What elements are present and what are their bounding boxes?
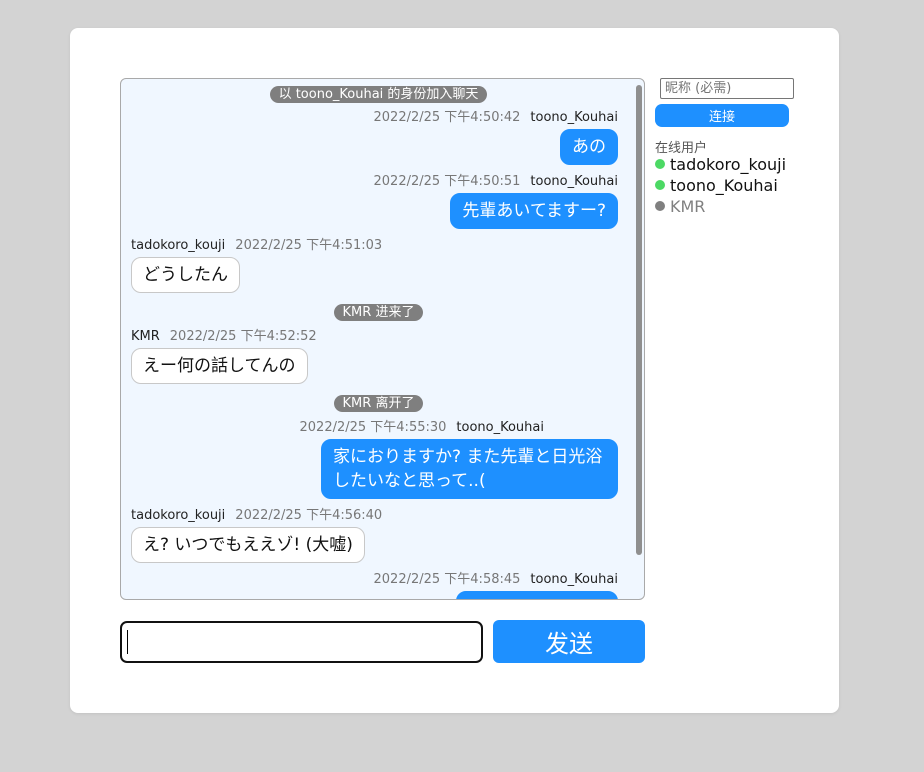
online-status-dot-icon xyxy=(655,159,665,169)
message-bubble: どうしたん xyxy=(131,257,240,293)
system-message-text: KMR 离开了 xyxy=(333,395,424,412)
system-message: KMR 离开了 xyxy=(121,392,636,412)
online-status-dot-icon xyxy=(655,180,665,190)
message-meta: KMR 2022/2/25 下午4:52:52 xyxy=(131,329,317,345)
online-user-item: toono_Kouhai xyxy=(655,176,778,196)
message-meta: 2022/2/25 下午4:55:30 toono_Kouhai xyxy=(300,420,545,436)
message-user: toono_Kouhai xyxy=(530,174,618,189)
message-user: toono_Kouhai xyxy=(530,572,618,587)
message-meta: tadokoro_kouji 2022/2/25 下午4:56:40 xyxy=(131,508,382,524)
message-time: 2022/2/25 下午4:58:45 xyxy=(373,572,521,587)
connect-button[interactable]: 连接 xyxy=(655,104,789,127)
message-bubble: え? いつでもええゾ! (大嘘) xyxy=(131,527,365,563)
chat-window[interactable]: 以 toono_Kouhai 的身份加入聊天 2022/2/25 下午4:50:… xyxy=(120,78,645,600)
user-name: tadokoro_kouji xyxy=(670,155,787,174)
system-join-text: 以 toono_Kouhai 的身份加入聊天 xyxy=(269,86,488,103)
system-message: KMR 进来了 xyxy=(121,301,636,321)
message-time: 2022/2/25 下午4:56:40 xyxy=(235,508,383,523)
system-message: 以 toono_Kouhai 的身份加入聊天 xyxy=(121,83,636,103)
user-name: KMR xyxy=(670,197,706,216)
online-users-title: 在线用户 xyxy=(655,141,708,156)
send-button[interactable]: 发送 xyxy=(493,620,645,663)
message-meta: 2022/2/25 下午4:50:42 toono_Kouhai xyxy=(374,110,619,126)
message-time: 2022/2/25 下午4:52:52 xyxy=(169,329,317,344)
system-message-text: KMR 进来了 xyxy=(333,304,424,321)
chat-scrollbar[interactable] xyxy=(636,85,642,555)
offline-status-dot-icon xyxy=(655,201,665,211)
message-time: 2022/2/25 下午4:50:42 xyxy=(373,110,521,125)
message-bubble: 先輩あいてますー? xyxy=(450,193,618,229)
message-time: 2022/2/25 下午4:51:03 xyxy=(235,238,383,253)
online-user-item: tadokoro_kouji xyxy=(655,155,786,175)
offline-user-item: KMR xyxy=(655,197,705,217)
user-name: toono_Kouhai xyxy=(670,176,778,195)
message-user: tadokoro_kouji xyxy=(131,508,226,523)
message-bubble: えー何の話してんの xyxy=(131,348,308,384)
message-bubble xyxy=(456,591,618,599)
message-input[interactable] xyxy=(120,621,483,663)
message-meta: 2022/2/25 下午4:58:45 toono_Kouhai xyxy=(374,572,619,588)
message-user: tadokoro_kouji xyxy=(131,238,226,253)
message-meta: 2022/2/25 下午4:50:51 toono_Kouhai xyxy=(374,174,619,190)
message-bubble: あの xyxy=(560,129,618,165)
message-time: 2022/2/25 下午4:50:51 xyxy=(373,174,521,189)
text-caret xyxy=(127,630,128,654)
message-time: 2022/2/25 下午4:55:30 xyxy=(299,420,447,435)
message-list: 以 toono_Kouhai 的身份加入聊天 2022/2/25 下午4:50:… xyxy=(121,79,636,599)
message-user: toono_Kouhai xyxy=(530,110,618,125)
message-meta: tadokoro_kouji 2022/2/25 下午4:51:03 xyxy=(131,238,382,254)
message-bubble: 家におりますか? また先輩と日光浴したいなと思って..( xyxy=(321,439,618,499)
message-user: KMR xyxy=(131,329,160,344)
nickname-input[interactable] xyxy=(660,78,794,99)
message-user: toono_Kouhai xyxy=(456,420,544,435)
